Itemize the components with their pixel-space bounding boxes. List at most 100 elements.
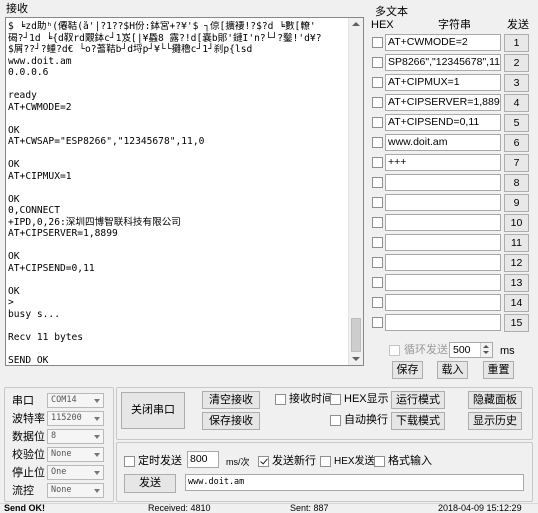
row-hex-checkbox[interactable] <box>372 217 383 228</box>
row-send-button[interactable]: 10 <box>504 214 529 232</box>
row-hex-checkbox[interactable] <box>372 317 383 328</box>
row-send-button[interactable]: 4 <box>504 94 529 112</box>
scroll-down-icon[interactable] <box>352 357 360 361</box>
multi-save-label: 保存 <box>396 364 419 376</box>
hide-panel-button[interactable]: 隐藏面板 <box>468 391 522 409</box>
stopbits-select[interactable]: One <box>47 465 104 480</box>
row-hex-checkbox[interactable] <box>372 157 383 168</box>
row-string-input[interactable]: AT+CIPSERVER=1,8899 <box>385 94 501 111</box>
row-hex-checkbox[interactable] <box>372 257 383 268</box>
scroll-up-icon[interactable] <box>352 22 360 26</box>
send-button-label: 发送 <box>139 477 161 489</box>
databits-select[interactable]: 8 <box>47 429 104 444</box>
row-hex-checkbox[interactable] <box>372 297 383 308</box>
multi-save-button[interactable]: 保存 <box>392 361 423 379</box>
format-input-checkbox[interactable] <box>374 456 385 467</box>
row-send-button[interactable]: 1 <box>504 34 529 52</box>
scroll-thumb[interactable] <box>351 318 361 352</box>
baud-label: 波特率 <box>12 413 45 425</box>
row-string-input[interactable]: AT+CWMODE=2 <box>385 34 501 51</box>
row-send-button[interactable]: 2 <box>504 54 529 72</box>
interval-input[interactable]: 800 <box>187 451 219 468</box>
parity-select[interactable]: None <box>47 447 104 462</box>
multi-text-row: 8 <box>371 174 531 194</box>
clear-receive-label: 清空接收 <box>209 394 253 406</box>
show-history-button[interactable]: 显示历史 <box>468 412 522 430</box>
row-send-button[interactable]: 14 <box>504 294 529 312</box>
row-string-input[interactable] <box>385 294 501 311</box>
row-string-input[interactable]: AT+CIPSEND=0,11 <box>385 114 501 131</box>
multi-reset-button[interactable]: 重置 <box>483 361 514 379</box>
send-input[interactable]: www.doit.am <box>185 474 524 491</box>
row-hex-checkbox[interactable] <box>372 57 383 68</box>
auto-wrap-checkbox[interactable] <box>330 415 341 426</box>
send-newline-label: 发送新行 <box>272 455 316 467</box>
multi-load-button[interactable]: 载入 <box>437 361 468 379</box>
receive-vertical-scrollbar[interactable] <box>348 18 363 365</box>
row-string-input[interactable] <box>385 194 501 211</box>
close-port-label: 关闭串口 <box>131 404 175 416</box>
auto-wrap-label: 自动换行 <box>344 414 388 426</box>
databits-value: 8 <box>51 431 57 441</box>
loop-send-checkbox[interactable] <box>389 345 400 356</box>
row-string-input[interactable] <box>385 274 501 291</box>
port-label: 串口 <box>12 395 34 407</box>
row-send-button[interactable]: 13 <box>504 274 529 292</box>
row-string-input[interactable] <box>385 174 501 191</box>
row-string-input[interactable] <box>385 314 501 331</box>
row-hex-checkbox[interactable] <box>372 97 383 108</box>
row-string-input[interactable] <box>385 254 501 271</box>
save-receive-button[interactable]: 保存接收 <box>202 412 260 430</box>
row-string-input[interactable] <box>385 214 501 231</box>
close-port-button[interactable]: 关闭串口 <box>121 392 185 429</box>
run-mode-button[interactable]: 运行模式 <box>391 391 445 409</box>
multi-text-row: 13 <box>371 274 531 294</box>
hex-display-checkbox[interactable] <box>330 394 341 405</box>
loop-unit-label: ms <box>500 345 515 357</box>
row-send-button[interactable]: 9 <box>504 194 529 212</box>
port-select[interactable]: COM14 <box>47 393 104 408</box>
row-send-button[interactable]: 11 <box>504 234 529 252</box>
receive-time-checkbox[interactable] <box>275 394 286 405</box>
row-hex-checkbox[interactable] <box>372 237 383 248</box>
row-hex-checkbox[interactable] <box>372 197 383 208</box>
spinner-arrows-icon[interactable] <box>480 343 492 357</box>
row-hex-checkbox[interactable] <box>372 277 383 288</box>
timed-send-checkbox[interactable] <box>124 456 135 467</box>
row-hex-checkbox[interactable] <box>372 117 383 128</box>
receive-line: $屑??┘?蝩?d€ └o?蓍鞊b┘d埒p┘¥└└攤穞c┘1┘刹p{lsd <box>8 44 253 55</box>
hex-send-checkbox[interactable] <box>320 456 331 467</box>
baud-select[interactable]: 115200 <box>47 411 104 426</box>
multi-reset-label: 重置 <box>487 364 510 376</box>
multi-text-title: 多文本 <box>375 6 408 18</box>
row-hex-checkbox[interactable] <box>372 177 383 188</box>
save-receive-label: 保存接收 <box>209 415 253 427</box>
row-string-input[interactable]: SP8266","12345678",11,0 <box>385 54 501 71</box>
row-hex-checkbox[interactable] <box>372 37 383 48</box>
row-string-input[interactable]: AT+CIPMUX=1 <box>385 74 501 91</box>
row-send-button[interactable]: 3 <box>504 74 529 92</box>
row-string-input[interactable]: www.doit.am <box>385 134 501 151</box>
receive-textarea[interactable]: $ ╘zd助ʰ(僊鞊(ȁ'|?1??$H份:鉢宮+?¥'$ ┐倞[擴褄!?$?d… <box>5 17 364 366</box>
loop-interval-spinner[interactable]: 500 <box>449 342 493 358</box>
clear-receive-button[interactable]: 清空接收 <box>202 391 260 409</box>
receive-horizontal-scrollbar[interactable] <box>5 366 364 378</box>
row-send-button[interactable]: 8 <box>504 174 529 192</box>
row-send-button[interactable]: 12 <box>504 254 529 272</box>
row-hex-checkbox[interactable] <box>372 77 383 88</box>
row-string-input[interactable]: +++ <box>385 154 501 171</box>
row-hex-checkbox[interactable] <box>372 137 383 148</box>
row-send-button[interactable]: 15 <box>504 314 529 332</box>
row-send-button[interactable]: 5 <box>504 114 529 132</box>
download-mode-label: 下载模式 <box>396 415 440 427</box>
flow-select[interactable]: None <box>47 483 104 498</box>
chevron-down-icon <box>94 417 100 421</box>
send-newline-checkbox[interactable] <box>258 456 269 467</box>
row-send-button[interactable]: 7 <box>504 154 529 172</box>
download-mode-button[interactable]: 下载模式 <box>391 412 445 430</box>
row-send-button[interactable]: 6 <box>504 134 529 152</box>
interval-unit: ms/次 <box>226 457 250 467</box>
row-string-input[interactable] <box>385 234 501 251</box>
send-button[interactable]: 发送 <box>124 474 176 493</box>
receive-line: OK <box>8 124 20 136</box>
